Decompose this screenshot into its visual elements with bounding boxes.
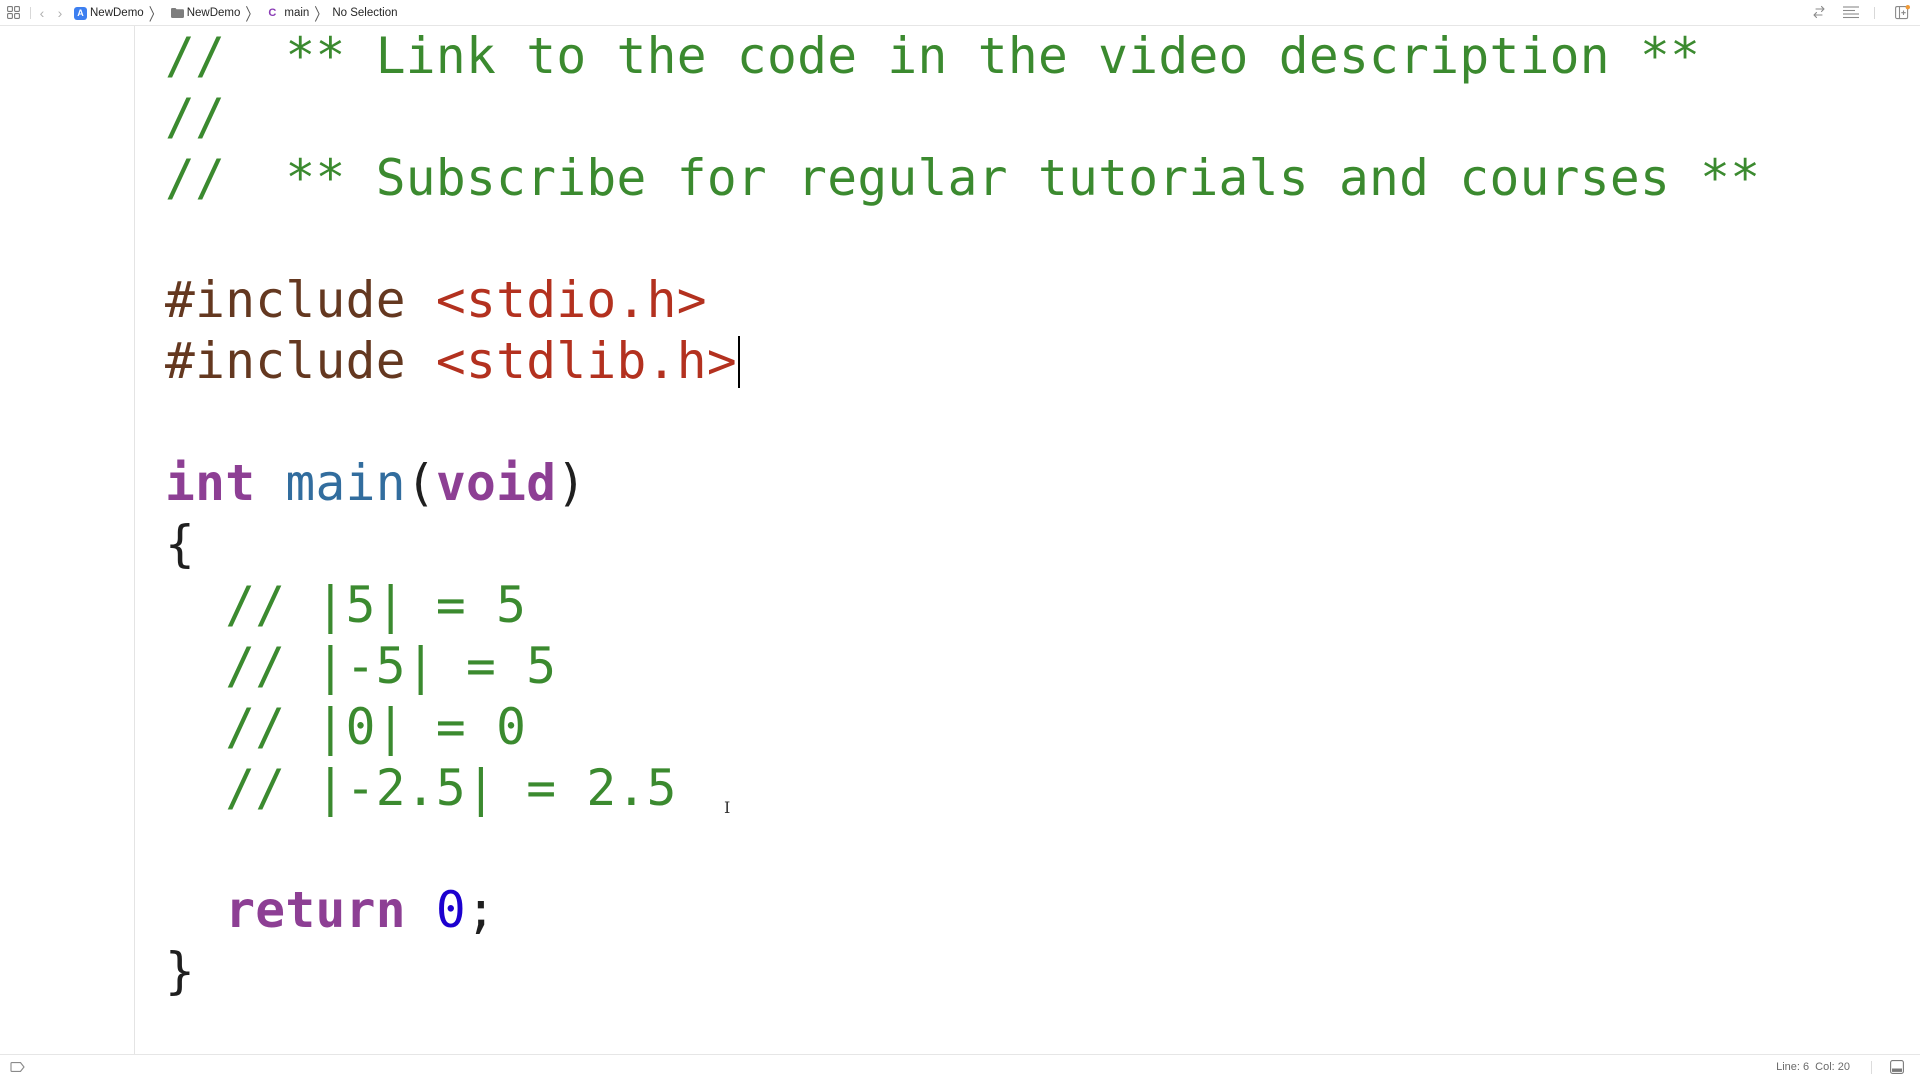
xcode-app-icon: A (74, 6, 87, 20)
code-token-num: 0 (435, 881, 467, 939)
code-token-cm: // |5| = 5 (165, 576, 527, 634)
code-token-kw2: void (435, 454, 557, 512)
chevron-right-icon[interactable]: › (54, 4, 66, 22)
add-editor-icon[interactable] (1895, 5, 1910, 20)
toolbar-divider (1874, 7, 1875, 19)
code-token-pl: ) (556, 454, 587, 512)
code-line[interactable]: return 0; (165, 880, 1760, 941)
cursor-position: Line: 6 Col: 20 (1776, 1061, 1850, 1073)
swap-arrows-icon[interactable] (1812, 5, 1826, 19)
debug-area-toggle-icon[interactable] (1890, 1060, 1904, 1074)
code-line[interactable]: // |-5| = 5 (165, 636, 1760, 697)
related-items-grid-icon[interactable] (7, 6, 20, 19)
code-token-cm: // (165, 88, 226, 146)
code-line[interactable]: // |0| = 0 (165, 697, 1760, 758)
code-line[interactable]: // |5| = 5 (165, 575, 1760, 636)
breadcrumb: A NewDemo 〉 NewDemo 〉 C main 〉 No Select… (74, 0, 398, 26)
code-token-pl: ; (466, 881, 497, 939)
code-line[interactable] (165, 392, 1760, 453)
code-line[interactable]: { (165, 514, 1760, 575)
code-token-pl: { (165, 515, 196, 573)
breadcrumb-item-folder[interactable]: NewDemo (167, 7, 241, 19)
code-token-kw2: int (165, 454, 256, 512)
editor-options-lines-icon[interactable] (1843, 6, 1859, 19)
jump-bar: ‹ › A NewDemo 〉 NewDemo 〉 C main 〉 No Se… (0, 0, 1920, 26)
folder-icon (170, 8, 184, 18)
code-token-fn: main (285, 454, 406, 512)
code-token-str: <stdlib.h> (435, 332, 737, 390)
code-token-pl: ( (405, 454, 436, 512)
chevron-left-icon[interactable]: ‹ (36, 4, 48, 22)
status-bar: Line: 6 Col: 20 (0, 1054, 1920, 1080)
code-token-cm: // |-2.5| = 2.5 (165, 759, 677, 817)
source-editor[interactable]: // ** Link to the code in the video desc… (0, 26, 1920, 1054)
code-token-cm: // ** Subscribe for regular tutorials an… (165, 149, 1761, 207)
code-line[interactable]: #include <stdio.h> (165, 270, 1760, 331)
text-caret (737, 336, 740, 388)
code-line[interactable]: // ** Subscribe for regular tutorials an… (165, 148, 1760, 209)
code-token-cm: // ** Link to the code in the video desc… (165, 27, 1701, 85)
breadcrumb-item-file[interactable]: C main (263, 7, 309, 19)
column-number: Col: 20 (1815, 1061, 1850, 1073)
code-line[interactable]: // (165, 87, 1760, 148)
code-token-kw2: return (225, 881, 406, 939)
code-token-pp: #include (165, 271, 436, 329)
breadcrumb-chevron-icon: 〉 (245, 4, 259, 25)
status-divider (1871, 1061, 1872, 1074)
breadcrumb-chevron-icon: 〉 (314, 4, 328, 25)
code-line[interactable]: // |-2.5| = 2.5 (165, 758, 1760, 819)
code-line[interactable]: } (165, 941, 1760, 1002)
code-token-cm: // |-5| = 5 (165, 637, 557, 695)
code-token-pl: } (165, 942, 196, 1000)
code-line[interactable] (165, 209, 1760, 270)
breadcrumb-label: NewDemo (186, 7, 241, 19)
code-line[interactable]: // ** Link to the code in the video desc… (165, 26, 1760, 87)
ibeam-cursor-icon: I (724, 798, 731, 817)
breadcrumb-item-project[interactable]: A NewDemo (74, 6, 144, 20)
breadcrumb-item-symbol[interactable]: No Selection (332, 7, 397, 19)
breadcrumb-label: NewDemo (90, 7, 144, 19)
code-line[interactable] (165, 819, 1760, 880)
code-token-str: <stdio.h> (435, 271, 707, 329)
code-line[interactable]: #include <stdlib.h> (165, 331, 1760, 392)
toolbar-divider (30, 7, 31, 19)
line-number: Line: 6 (1776, 1061, 1810, 1073)
tag-icon[interactable] (10, 1062, 25, 1072)
breadcrumb-label: main (284, 7, 310, 19)
gutter-divider (134, 26, 135, 1054)
code-token-pp: #include (165, 332, 436, 390)
c-file-icon: C (268, 7, 277, 19)
code-token-cm: // |0| = 0 (165, 698, 527, 756)
code-line[interactable]: int main(void) (165, 453, 1760, 514)
code-text[interactable]: // ** Link to the code in the video desc… (165, 26, 1760, 1002)
breadcrumb-chevron-icon: 〉 (148, 4, 162, 25)
